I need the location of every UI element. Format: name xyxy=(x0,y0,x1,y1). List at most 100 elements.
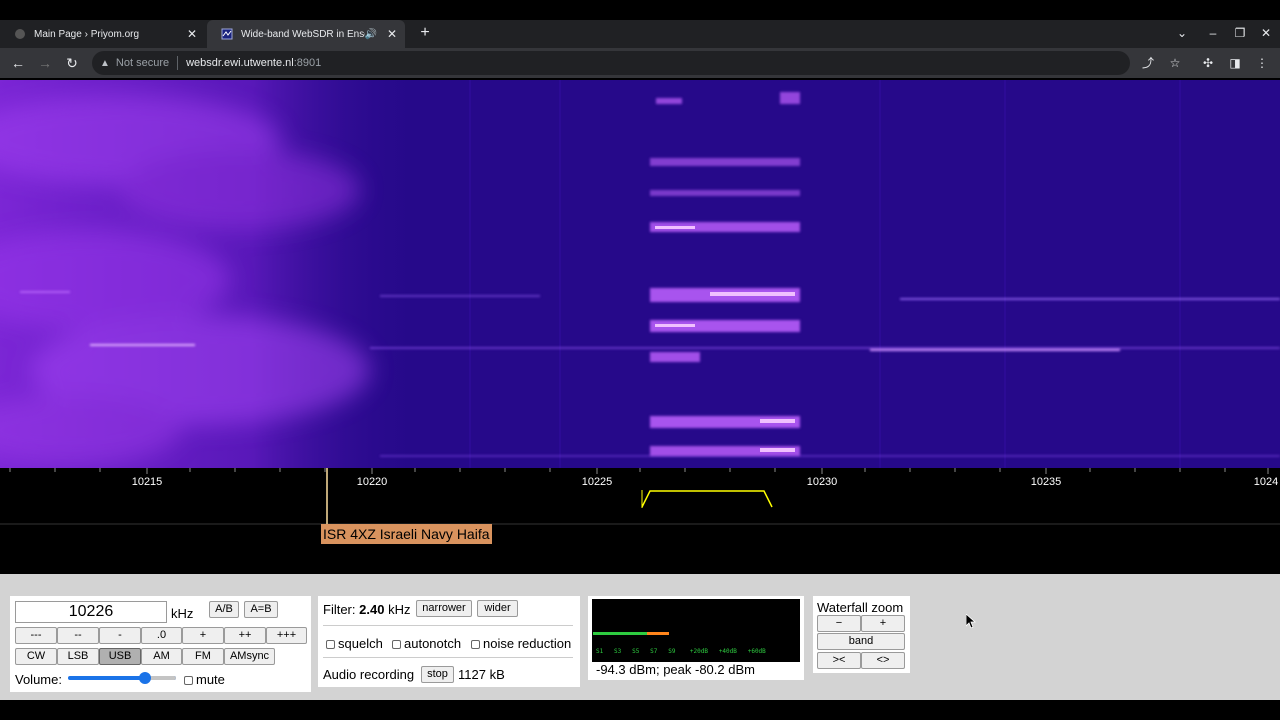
tab-title: Main Page › Priyom.org xyxy=(34,28,140,40)
step-down-large-button[interactable]: --- xyxy=(15,627,57,644)
stop-recording-button[interactable]: stop xyxy=(421,666,454,683)
new-tab-icon[interactable]: + xyxy=(417,24,433,42)
narrower-button[interactable]: narrower xyxy=(416,600,472,617)
tick-label: 1024 xyxy=(1253,476,1279,488)
security-status[interactable]: Not secure xyxy=(116,57,169,69)
passband-indicator xyxy=(641,490,773,508)
signal-meter: S1 S3 S5 S7 S9 +20dB +40dB +60dB xyxy=(592,599,800,662)
frequency-scale[interactable]: 10215 10220 10225 10230 10235 1024 ISR 4… xyxy=(0,468,1280,574)
step-up-medium-button[interactable]: ++ xyxy=(224,627,266,644)
close-icon[interactable]: ✕ xyxy=(385,27,399,41)
bookmark-star-icon[interactable]: ☆ xyxy=(1166,53,1184,73)
close-icon[interactable]: ✕ xyxy=(185,27,199,41)
tick-label: 10215 xyxy=(131,476,163,488)
ab-button[interactable]: A/B xyxy=(209,601,239,618)
recording-label: Audio recording xyxy=(323,667,415,682)
checkbox-icon[interactable] xyxy=(392,640,401,650)
zoom-out-button[interactable]: − xyxy=(817,615,861,632)
speaker-icon[interactable]: 🔊 xyxy=(365,29,377,40)
address-bar[interactable]: ▲ Not secure websdr.ewi.utwente.nl:8901 xyxy=(92,51,1130,75)
waterfall-canvas[interactable] xyxy=(0,80,1280,468)
filter-value: 2.40 xyxy=(359,602,385,617)
volume-slider-track[interactable] xyxy=(148,676,176,680)
step-down-small-button[interactable]: - xyxy=(99,627,141,644)
volume-label: Volume: xyxy=(15,672,62,687)
mute-checkbox[interactable]: mute xyxy=(184,672,225,687)
filter-readout: Filter: 2.40 kHz xyxy=(323,602,410,617)
checkbox-icon[interactable] xyxy=(326,640,335,650)
mode-fm-button[interactable]: FM xyxy=(182,648,224,665)
checkbox-icon[interactable] xyxy=(471,640,480,650)
minimize-icon[interactable]: – xyxy=(1205,24,1221,42)
step-down-medium-button[interactable]: -- xyxy=(57,627,99,644)
squelch-label: squelch xyxy=(338,636,383,651)
autonotch-label: autonotch xyxy=(404,636,462,651)
squelch-checkbox[interactable]: squelch xyxy=(326,636,383,651)
zoom-narrow-button[interactable]: >< xyxy=(817,652,861,669)
filter-panel: Filter: 2.40 kHz narrower wider squelch … xyxy=(318,596,580,687)
divider xyxy=(323,657,573,658)
zoom-panel: Waterfall zoom − + band >< <> xyxy=(813,596,910,673)
tab-search-icon[interactable]: ⌄ xyxy=(1174,24,1190,42)
menu-icon[interactable]: ⋮ xyxy=(1253,53,1271,73)
smeter-panel: S1 S3 S5 S7 S9 +20dB +40dB +60dB -94.3 d… xyxy=(588,596,804,680)
tick-label: 10235 xyxy=(1030,476,1062,488)
mode-usb-button[interactable]: USB xyxy=(99,648,141,665)
smeter-scale: S1 S3 S5 S7 S9 +20dB +40dB +60dB xyxy=(596,648,766,655)
app-root: Main Page › Priyom.org ✕ Wide-band WebSD… xyxy=(0,0,1280,720)
warning-icon[interactable]: ▲ xyxy=(100,58,110,69)
back-icon[interactable]: ← xyxy=(9,53,27,73)
a-equals-b-button[interactable]: A=B xyxy=(244,601,278,618)
extensions-icon[interactable]: ✣ xyxy=(1199,53,1217,73)
tab-websdr[interactable]: Wide-band WebSDR in Ensch 🔊 ✕ xyxy=(207,20,405,48)
zoom-widen-button[interactable]: <> xyxy=(861,652,905,669)
divider xyxy=(323,625,573,626)
toolbar: ← → ↻ ▲ Not secure websdr.ewi.utwente.nl… xyxy=(0,48,1280,78)
zoom-in-button[interactable]: + xyxy=(861,615,905,632)
checkbox-icon[interactable] xyxy=(184,676,193,686)
divider xyxy=(177,56,179,70)
noise-reduction-label: noise reduction xyxy=(483,636,572,651)
tick-label: 10225 xyxy=(581,476,613,488)
signal-reading: -94.3 dBm; peak -80.2 dBm xyxy=(596,662,755,677)
mute-label: mute xyxy=(196,672,225,687)
autonotch-checkbox[interactable]: autonotch xyxy=(392,636,461,651)
mode-am-button[interactable]: AM xyxy=(141,648,182,665)
scale-ticks xyxy=(0,468,1280,525)
websdr-favicon-icon xyxy=(221,28,233,40)
url-host: websdr.ewi.utwente.nl xyxy=(186,57,294,69)
restore-icon[interactable]: ❐ xyxy=(1232,24,1248,42)
volume-slider-thumb[interactable] xyxy=(139,672,151,684)
close-window-icon[interactable]: ✕ xyxy=(1258,24,1274,42)
station-label[interactable]: ISR 4XZ Israeli Navy Haifa xyxy=(321,524,492,544)
recording-size: 1127 kB xyxy=(458,667,505,682)
share-icon[interactable]: ⤴ xyxy=(1139,53,1157,73)
mode-cw-button[interactable]: CW xyxy=(15,648,57,665)
mouse-cursor-icon xyxy=(966,614,976,628)
tab-priyom[interactable]: Main Page › Priyom.org ✕ xyxy=(0,20,205,48)
side-panel-icon[interactable]: ◨ xyxy=(1226,53,1244,73)
reload-icon[interactable]: ↻ xyxy=(63,53,81,73)
filter-unit: kHz xyxy=(388,602,411,617)
tab-strip: Main Page › Priyom.org ✕ Wide-band WebSD… xyxy=(0,20,1280,48)
noise-reduction-checkbox[interactable]: noise reduction xyxy=(471,636,571,651)
filter-label: Filter: xyxy=(323,602,356,617)
bottom-bar xyxy=(0,700,1280,720)
waterfall-display[interactable] xyxy=(0,80,1280,468)
signal-peak-bar xyxy=(647,632,669,635)
forward-icon[interactable]: → xyxy=(36,53,54,73)
step-up-small-button[interactable]: + xyxy=(182,627,224,644)
tick-label: 10220 xyxy=(356,476,388,488)
round-button[interactable]: .0 xyxy=(141,627,182,644)
zoom-band-button[interactable]: band xyxy=(817,633,905,650)
frequency-unit: kHz xyxy=(171,606,194,621)
wider-button[interactable]: wider xyxy=(477,600,518,617)
url-port: :8901 xyxy=(293,57,322,69)
frequency-input[interactable]: 10226 xyxy=(15,601,167,623)
mode-lsb-button[interactable]: LSB xyxy=(57,648,99,665)
tuning-panel: 10226 kHz A/B A=B --- -- - .0 + ++ +++ C… xyxy=(10,596,311,692)
mode-amsync-button[interactable]: AMsync xyxy=(224,648,275,665)
priyom-favicon-icon xyxy=(14,28,26,40)
tick-label: 10230 xyxy=(806,476,838,488)
step-up-large-button[interactable]: +++ xyxy=(266,627,307,644)
